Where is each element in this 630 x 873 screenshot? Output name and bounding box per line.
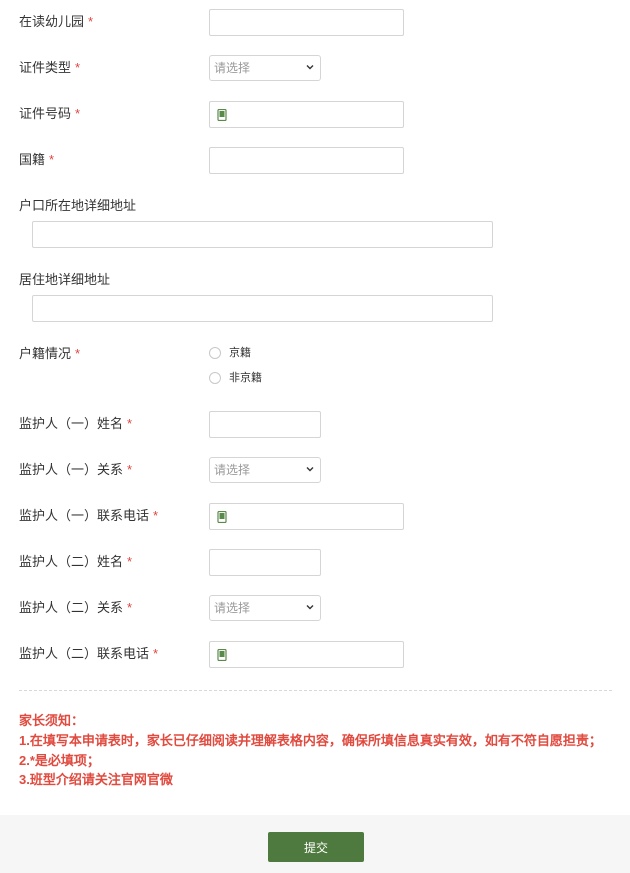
hukou-status-label-text: 户籍情况 <box>19 346 72 361</box>
notice-line-1: 1.在填写本申请表时，家长已仔细阅读并理解表格内容，确保所填信息真实有效，如有不… <box>19 733 602 748</box>
residence-address-input[interactable] <box>32 295 493 322</box>
required-mark: * <box>75 346 81 361</box>
guardian1-phone-input[interactable] <box>209 503 404 530</box>
guardian2-name-label-text: 监护人（二）姓名 <box>19 554 124 569</box>
radio-option-beijing[interactable]: 京籍 <box>209 346 289 362</box>
id-type-label-text: 证件类型 <box>19 60 72 75</box>
phone-icon <box>217 109 227 121</box>
id-number-input[interactable] <box>209 101 404 128</box>
radio-circle-icon[interactable] <box>209 347 221 359</box>
guardian1-phone-label: 监护人（一）联系电话 * <box>19 508 158 524</box>
guardian1-relation-placeholder: 请选择 <box>214 463 251 477</box>
radio-label-non-beijing: 非京籍 <box>229 372 262 384</box>
guardian1-name-label: 监护人（一）姓名 * <box>19 416 132 432</box>
guardian2-relation-label-text: 监护人（二）关系 <box>19 600 124 615</box>
guardian1-relation-label-text: 监护人（一）关系 <box>19 462 124 477</box>
guardian2-name-label: 监护人（二）姓名 * <box>19 554 132 570</box>
required-mark: * <box>49 152 55 167</box>
id-type-label: 证件类型 * <box>19 60 80 76</box>
residence-address-label-text: 居住地详细地址 <box>19 272 111 287</box>
guardian1-name-label-text: 监护人（一）姓名 <box>19 416 124 431</box>
form-footer: 提交 <box>0 815 630 873</box>
hukou-address-input[interactable] <box>32 221 493 248</box>
notice-line-2: 2.*是必填项； <box>19 753 100 768</box>
kindergarten-label: 在读幼儿园 * <box>19 14 93 30</box>
submit-button[interactable]: 提交 <box>268 832 364 862</box>
required-mark: * <box>127 600 133 615</box>
required-mark: * <box>127 416 133 431</box>
radio-label-beijing: 京籍 <box>229 347 251 359</box>
required-mark: * <box>127 462 133 477</box>
nationality-input[interactable] <box>209 147 404 174</box>
required-mark: * <box>75 106 81 121</box>
required-mark: * <box>153 508 159 523</box>
guardian2-relation-label: 监护人（二）关系 * <box>19 600 132 616</box>
chevron-down-icon <box>306 605 314 610</box>
radio-option-non-beijing[interactable]: 非京籍 <box>209 371 289 387</box>
id-type-placeholder: 请选择 <box>214 61 251 75</box>
required-mark: * <box>88 14 94 29</box>
application-form: 在读幼儿园 * 证件类型 * 请选择 证件号码 * 国籍 * 户口所在地详细地址 居住地… <box>0 0 630 815</box>
guardian2-name-input[interactable] <box>209 549 321 576</box>
guardian1-relation-label: 监护人（一）关系 * <box>19 462 132 478</box>
hukou-status-label: 户籍情况 * <box>19 346 80 362</box>
guardian1-name-input[interactable] <box>209 411 321 438</box>
phone-icon <box>217 511 227 523</box>
guardian2-phone-label: 监护人（二）联系电话 * <box>19 646 158 662</box>
id-number-label: 证件号码 * <box>19 106 80 122</box>
phone-icon <box>217 649 227 661</box>
guardian2-relation-placeholder: 请选择 <box>214 601 251 615</box>
guardian2-phone-label-text: 监护人（二）联系电话 <box>19 646 150 661</box>
hukou-address-label-text: 户口所在地详细地址 <box>19 198 137 213</box>
radio-circle-icon[interactable] <box>209 372 221 384</box>
required-mark: * <box>75 60 81 75</box>
guardian1-relation-select[interactable]: 请选择 <box>209 457 321 483</box>
chevron-down-icon <box>306 467 314 472</box>
section-divider <box>19 690 612 691</box>
guardian2-phone-input[interactable] <box>209 641 404 668</box>
kindergarten-label-text: 在读幼儿园 <box>19 14 85 29</box>
nationality-label: 国籍 * <box>19 152 54 168</box>
notice-title: 家长须知： <box>19 713 85 728</box>
kindergarten-input[interactable] <box>209 9 404 36</box>
guardian2-relation-select[interactable]: 请选择 <box>209 595 321 621</box>
notice-line-3: 3.班型介绍请关注官网官微 <box>19 772 173 787</box>
hukou-address-label: 户口所在地详细地址 <box>19 198 136 214</box>
nationality-label-text: 国籍 <box>19 152 46 167</box>
required-mark: * <box>127 554 133 569</box>
residence-address-label: 居住地详细地址 <box>19 272 110 288</box>
required-mark: * <box>153 646 159 661</box>
guardian1-phone-label-text: 监护人（一）联系电话 <box>19 508 150 523</box>
chevron-down-icon <box>306 65 314 70</box>
id-type-select[interactable]: 请选择 <box>209 55 321 81</box>
id-number-label-text: 证件号码 <box>19 106 72 121</box>
